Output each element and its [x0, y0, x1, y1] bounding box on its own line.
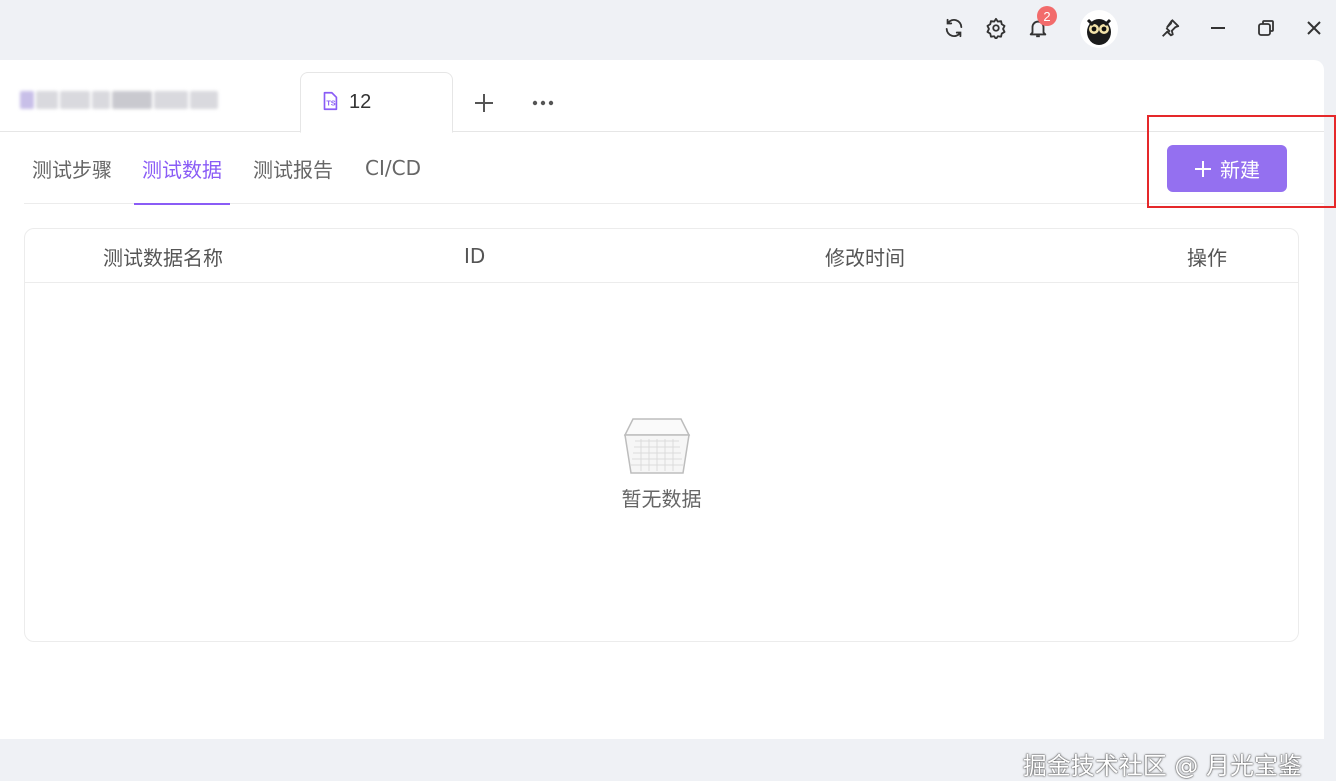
sub-tabs: 测试步骤 测试数据 测试报告 CI/CD — [24, 132, 1324, 205]
restore-icon[interactable] — [1246, 8, 1286, 48]
column-header-id: ID — [464, 244, 486, 268]
ts-file-icon: TS — [319, 90, 341, 116]
column-header-actions: 操作 — [1187, 245, 1227, 270]
more-dots-icon[interactable] — [529, 89, 557, 117]
close-icon[interactable] — [1294, 8, 1334, 48]
tab-test-data[interactable]: 测试数据 — [134, 132, 230, 205]
data-table: 测试数据名称 ID 修改时间 操作 暂无数据 — [24, 228, 1299, 642]
tab-ci-cd[interactable]: CI/CD — [365, 132, 421, 204]
pin-icon[interactable] — [1150, 8, 1190, 48]
svg-text:TS: TS — [326, 98, 335, 107]
tab-label: 12 — [349, 91, 372, 113]
watermark: 掘金技术社区 @ 月光宝鉴 — [1022, 752, 1302, 780]
empty-state: 暂无数据 — [25, 283, 1298, 641]
title-bar: 2 — [0, 0, 1336, 60]
tab-test-report[interactable]: 测试报告 — [253, 132, 333, 204]
tab-blurred[interactable] — [20, 86, 260, 114]
new-button[interactable]: 新建 — [1167, 145, 1287, 192]
tab-test-steps[interactable]: 测试步骤 — [32, 132, 112, 204]
tab-active[interactable]: TS 12 — [300, 72, 453, 133]
minimize-icon[interactable] — [1198, 8, 1238, 48]
column-header-name: 测试数据名称 — [103, 245, 223, 270]
column-header-modified: 修改时间 — [825, 245, 905, 270]
avatar[interactable] — [1080, 10, 1118, 48]
plus-icon — [1195, 160, 1211, 177]
new-button-label: 新建 — [1220, 158, 1260, 182]
empty-box-icon — [621, 415, 693, 477]
table-header: 测试数据名称 ID 修改时间 操作 — [25, 229, 1298, 283]
refresh-icon[interactable] — [934, 8, 974, 48]
main-panel: TS 12 测试步骤 测试数据 测试报告 CI/CD 新建 测试数据名称 ID … — [0, 60, 1336, 780]
notification-badge: 2 — [1037, 6, 1057, 26]
tab-bar: TS 12 — [0, 60, 1324, 133]
plus-icon[interactable] — [470, 89, 498, 117]
empty-text: 暂无数据 — [621, 487, 702, 511]
gear-icon[interactable] — [976, 8, 1016, 48]
